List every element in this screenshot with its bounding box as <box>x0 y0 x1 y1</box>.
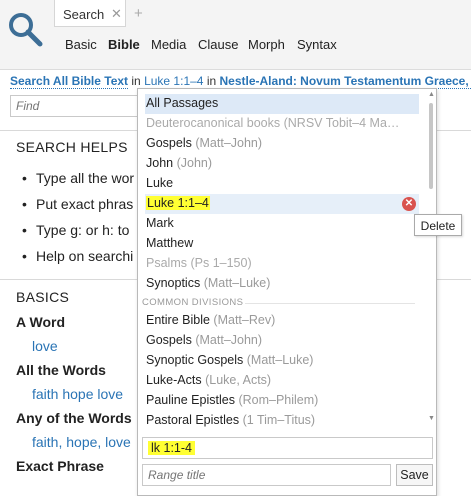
mode-syntax[interactable]: Syntax <box>297 37 337 52</box>
search-icon[interactable] <box>6 10 46 50</box>
range-item-synoptic-gospels[interactable]: Synoptic Gospels (Matt–Luke) <box>145 351 419 371</box>
basic-label: Exact Phrase <box>16 458 104 474</box>
find-input[interactable] <box>10 95 140 117</box>
range-item-psalms[interactable]: Psalms (Ps 1–150) <box>145 254 419 274</box>
help-bullet: Type g: or h: to <box>22 222 129 238</box>
scroll-up-icon[interactable]: ▲ <box>428 91 435 98</box>
help-bullet: Type all the wor <box>22 170 134 186</box>
basic-label: Any of the Words <box>16 410 132 426</box>
range-item-matthew[interactable]: Matthew <box>145 234 419 254</box>
search-query-line: Search All Bible Text in Luke 1:1–4 in N… <box>10 74 471 89</box>
range-dropdown: All Passages Deuterocanonical books (NRS… <box>137 88 437 496</box>
section-header-common-divisions: COMMON DIVISIONS <box>142 297 420 308</box>
save-button[interactable]: Save <box>396 464 433 486</box>
range-input[interactable]: lk 1:1-4 <box>142 437 433 459</box>
scroll-down-icon[interactable]: ▼ <box>428 415 435 422</box>
mode-basic[interactable]: Basic <box>65 37 97 52</box>
scroll-thumb[interactable] <box>429 103 433 189</box>
range-item-synoptics[interactable]: Synoptics (Matt–Luke) <box>145 274 419 294</box>
range-item-luke[interactable]: Luke <box>145 174 419 194</box>
range-item-luke-acts[interactable]: Luke-Acts (Luke, Acts) <box>145 371 419 391</box>
basics-title: BASICS <box>16 289 70 305</box>
scrollbar[interactable]: ▲ ▼ <box>426 89 437 429</box>
in-text: in <box>131 74 141 88</box>
mode-morph[interactable]: Morph <box>248 37 285 52</box>
range-link[interactable]: Luke 1:1–4 <box>144 74 204 89</box>
basic-label: All the Words <box>16 362 106 378</box>
range-list: All Passages Deuterocanonical books (NRS… <box>138 89 425 429</box>
basic-example[interactable]: faith, hope, love <box>32 434 131 450</box>
range-item-john[interactable]: John (John) <box>145 154 419 174</box>
range-item-deuterocanonical[interactable]: Deuterocanonical books (NRSV Tobit–4 Ma… <box>145 114 419 134</box>
help-bullet: Put exact phras <box>22 196 133 212</box>
range-item-entire-bible[interactable]: Entire Bible (Matt–Rev) <box>145 311 419 331</box>
delete-icon[interactable]: ✕ <box>402 197 416 211</box>
delete-tooltip: Delete <box>414 214 462 236</box>
basic-example[interactable]: love <box>32 338 58 354</box>
tab-search[interactable]: Search ✕ <box>54 0 126 27</box>
basic-example[interactable]: faith hope love <box>32 386 123 402</box>
resource-link[interactable]: Nestle-Aland: Novum Testamentum Graece, … <box>219 74 471 89</box>
toolbar: Search ✕ + Basic Bible Media Clause Morp… <box>0 0 471 70</box>
help-bullet[interactable]: Help on searchi <box>22 248 133 264</box>
tab-label: Search <box>63 7 105 22</box>
mode-clause[interactable]: Clause <box>198 37 238 52</box>
range-item-mark[interactable]: Mark <box>145 214 419 234</box>
basic-label: A Word <box>16 314 65 330</box>
mode-media[interactable]: Media <box>151 37 186 52</box>
range-input-value: lk 1:1-4 <box>148 441 195 455</box>
close-icon[interactable]: ✕ <box>111 6 122 22</box>
search-helps-title: SEARCH HELPS <box>16 139 128 155</box>
range-item-luke-1-1-4[interactable]: Luke 1:1–4 <box>145 194 419 214</box>
in-text: in <box>206 74 217 88</box>
range-item-gospels[interactable]: Gospels (Matt–John) <box>145 134 419 154</box>
range-item-gospels[interactable]: Gospels (Matt–John) <box>145 331 419 351</box>
range-item-all-passages[interactable]: All Passages <box>145 94 419 114</box>
range-title-input[interactable] <box>142 464 391 486</box>
range-item-pastoral-epistles[interactable]: Pastoral Epistles (1 Tim–Titus) <box>145 411 419 429</box>
mode-bible[interactable]: Bible <box>108 37 140 52</box>
search-type-link[interactable]: Search All Bible Text <box>10 74 129 89</box>
add-tab-icon[interactable]: + <box>134 5 143 22</box>
range-item-pauline-epistles[interactable]: Pauline Epistles (Rom–Philem) <box>145 391 419 411</box>
